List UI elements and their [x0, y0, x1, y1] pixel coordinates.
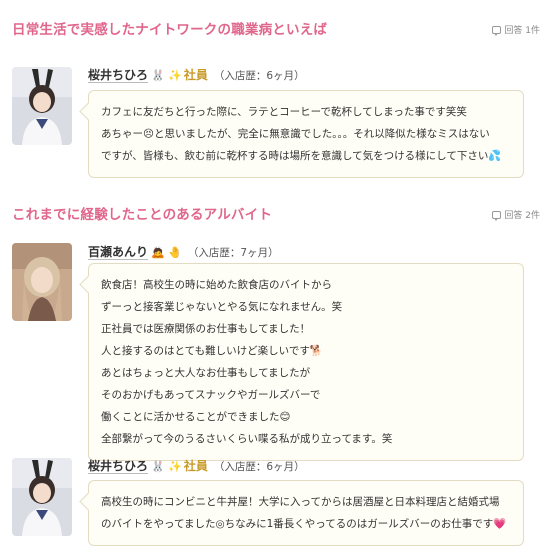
name-emoji: 🐰 ✨ — [151, 460, 182, 473]
username-link[interactable]: 桜井ちひろ — [88, 66, 148, 83]
answer-line: カフェに友だちと行った際に、ラテとコーヒーで乾杯してしまった事です笑笑 — [101, 106, 467, 118]
name-emoji: 🐰 ✨ — [151, 69, 182, 82]
comment-icon — [492, 210, 502, 221]
answer-line: 高校生の時にコンビニと牛丼屋！大学に入ってからは居酒屋と日本料理店と結婚式場 — [101, 496, 500, 508]
username-link[interactable]: 百瀬あんり — [88, 243, 148, 260]
role-label: 社員 — [183, 68, 208, 82]
answer-count-label: 回答 2件 — [504, 211, 540, 221]
answer-line: 働くことに活かせることができました😊 — [101, 411, 291, 423]
answer-count[interactable]: 回答 2件 — [492, 208, 540, 221]
comment-icon — [492, 25, 502, 36]
avatar[interactable] — [12, 67, 72, 145]
role-label: 社員 — [183, 459, 208, 473]
username-link[interactable]: 桜井ちひろ — [88, 457, 148, 474]
answer-balloon: 飲食店！高校生の時に始めた飲食店のバイトから ずーっと接客業じゃないとやる気にな… — [88, 263, 524, 461]
answer-line: ですが、皆様も、飲む前に乾杯する時は場所を意識して気をつける様にして下さい💦 — [101, 150, 502, 162]
answer-line: 人と接するのはとても難しいけど楽しいです🐕 — [101, 345, 323, 357]
answer-balloon: 高校生の時にコンビニと牛丼屋！大学に入ってからは居酒屋と日本料理店と結婚式場 の… — [88, 480, 524, 546]
answer-line: のバイトをやってました◎ちなみに1番長くやってるのはガールズバーのお仕事です💗 — [101, 518, 507, 530]
section-title-part-time-jobs: これまでに経験したことのあるアルバイト — [12, 207, 273, 223]
answer-line: 正社員では医療関係のお仕事もしてました！ — [101, 323, 311, 335]
avatar[interactable] — [12, 243, 72, 321]
answer-line: そのおかげもあってスナックやガールズバーで — [101, 389, 321, 401]
answer-balloon: カフェに友だちと行った際に、ラテとコーヒーで乾杯してしまった事です笑笑 あちゃー… — [88, 90, 524, 178]
tenure-label: （入店歴：6ヶ月） — [213, 461, 305, 473]
name-emoji: 🙇 🤚 — [151, 246, 182, 259]
answer-line: あちゃー😣と思いましたが、完全に無意識でした。。。それ以降似た様なミスはない — [101, 128, 490, 140]
avatar[interactable] — [12, 458, 72, 536]
answer-count-label: 回答 1件 — [504, 26, 540, 36]
answer-line: ずーっと接客業じゃないとやる気になれません。笑 — [101, 301, 343, 313]
poster-name-row: 百瀬あんり 🙇 🤚 （入店歴：7ヶ月） — [88, 243, 279, 260]
tenure-label: （入店歴：6ヶ月） — [213, 70, 305, 82]
poster-name-row: 桜井ちひろ 🐰 ✨ 社員 （入店歴：6ヶ月） — [88, 457, 305, 474]
poster-name-row: 桜井ちひろ 🐰 ✨ 社員 （入店歴：6ヶ月） — [88, 66, 305, 83]
tenure-label: （入店歴：7ヶ月） — [187, 247, 279, 259]
answer-line: 飲食店！高校生の時に始めた飲食店のバイトから — [101, 279, 332, 291]
section-title-occupational-habit: 日常生活で実感したナイトワークの職業病といえば — [12, 22, 328, 38]
answer-line: あとはちょっと大人なお仕事もしてましたが — [101, 367, 311, 379]
answer-count[interactable]: 回答 1件 — [492, 23, 540, 36]
answer-line: 全部繋がって今のうるさいくらい喋る私が成り立ってます。笑 — [101, 433, 393, 445]
